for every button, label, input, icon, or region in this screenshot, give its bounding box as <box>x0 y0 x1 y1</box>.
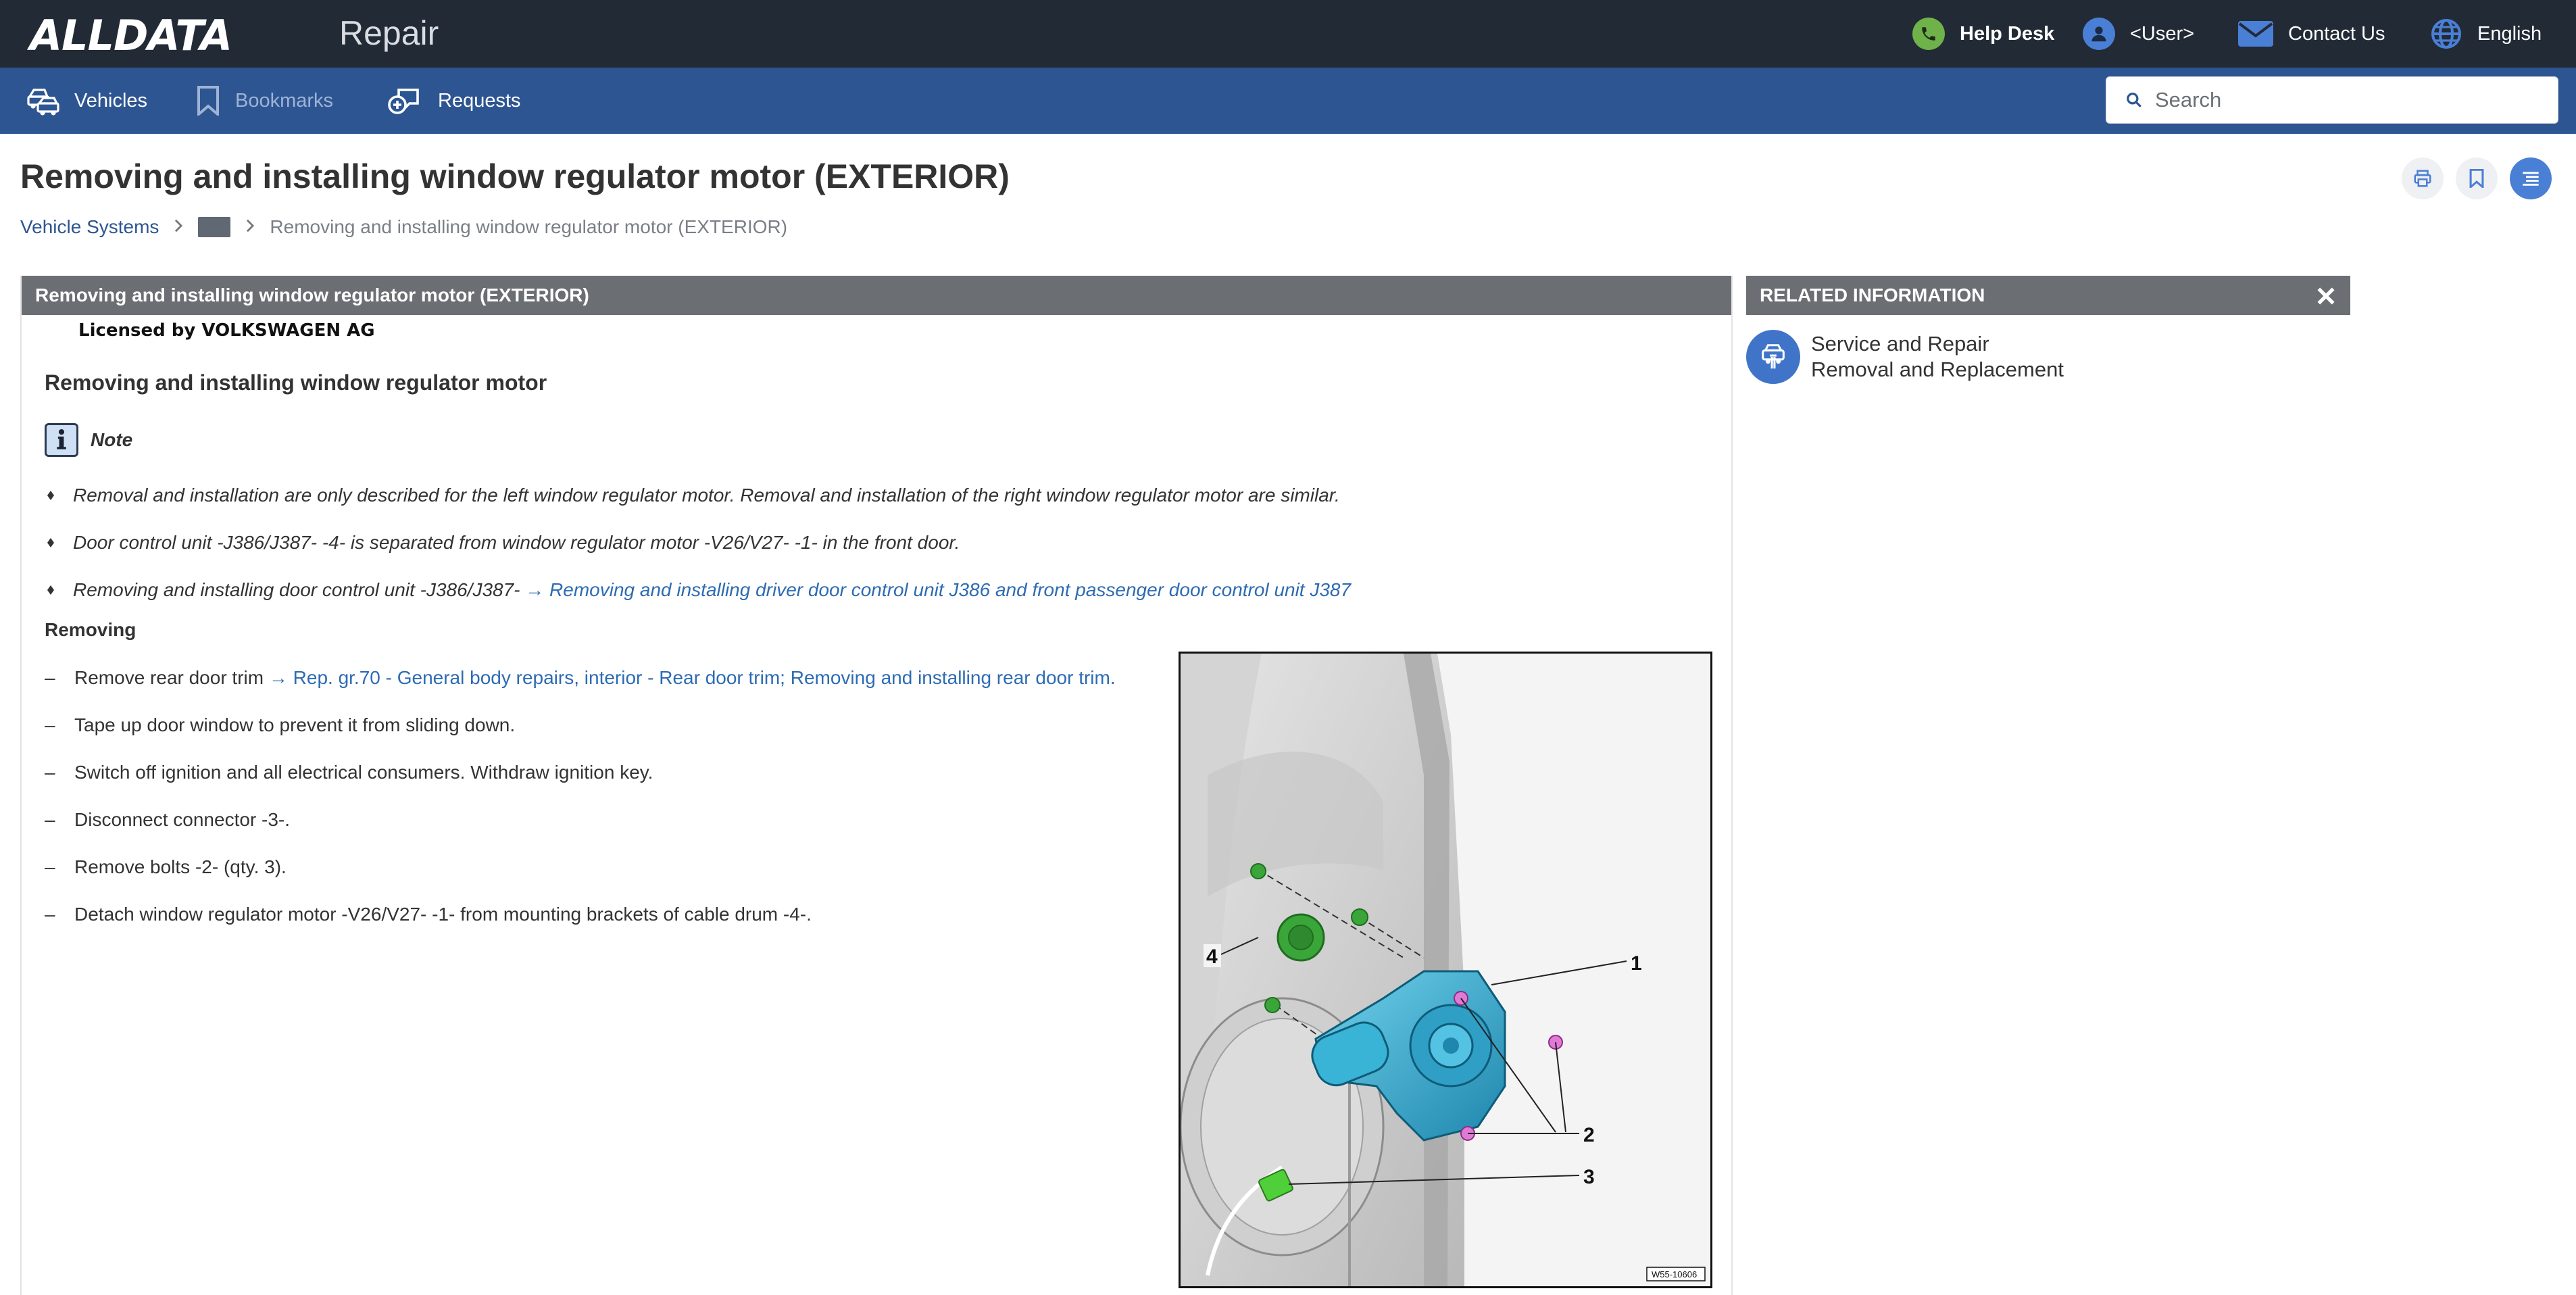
note-label: Note <box>91 429 133 450</box>
dash-bullet: – <box>45 667 55 688</box>
dash-bullet: – <box>45 762 55 783</box>
related-item-line1: Service and Repair <box>1811 332 1989 356</box>
license-text: Licensed by VOLKSWAGEN AG <box>78 320 375 341</box>
door-control-unit-link[interactable]: → Removing and installing driver door co… <box>525 579 1351 601</box>
page-title: Removing and installing window regulator… <box>20 157 1010 195</box>
list-icon <box>2523 172 2539 186</box>
info-icon <box>45 423 78 457</box>
list-item: – Remove rear door trim → Rep. gr.70 - G… <box>45 654 1193 702</box>
search-input[interactable] <box>2155 88 2533 112</box>
removing-title: Removing <box>45 619 137 640</box>
dash-bullet: – <box>45 714 55 735</box>
contact-us-link[interactable]: Contact Us <box>2238 0 2385 68</box>
diamond-bullet-icon <box>47 491 54 500</box>
contact-us-label: Contact Us <box>2288 22 2385 45</box>
close-related-button[interactable] <box>2315 285 2337 307</box>
related-header-title: RELATED INFORMATION <box>1760 285 1985 306</box>
step-text: Remove rear door trim <box>74 667 269 688</box>
related-info-toggle-button[interactable] <box>2510 157 2552 199</box>
breadcrumb: Vehicle Systems Removing and installing … <box>20 214 787 241</box>
vehicles-icon <box>27 89 59 116</box>
window-regulator-illustration[interactable]: 1 2 3 4 W55-10606 <box>1179 652 1712 1288</box>
illustration-svg: 1 2 3 4 W55-10606 <box>1181 654 1710 1286</box>
nav-vehicles-label: Vehicles <box>74 89 148 112</box>
search-icon <box>2127 93 2141 107</box>
callout-4: 4 <box>1206 946 1218 968</box>
globe-icon <box>2430 18 2462 50</box>
breadcrumb-current: Removing and installing window regulator… <box>270 216 788 237</box>
callout-3: 3 <box>1583 1166 1595 1188</box>
printer-icon <box>2414 170 2431 187</box>
nav-requests[interactable]: Requests <box>388 68 521 134</box>
step-text: Switch off ignition and all electrical c… <box>74 762 653 783</box>
related-information-panel: RELATED INFORMATION Service and Repair R… <box>1746 276 2350 384</box>
figure-code: W55-10606 <box>1652 1269 1697 1279</box>
service-repair-icon <box>1746 330 1800 384</box>
app-name: Repair <box>339 14 439 52</box>
nav-vehicles[interactable]: Vehicles <box>27 68 147 134</box>
nav-bookmarks-label: Bookmarks <box>235 89 334 112</box>
user-avatar-icon <box>2083 18 2115 50</box>
help-desk-link[interactable]: Help Desk <box>1912 0 2054 68</box>
article-header: Removing and installing window regulator… <box>22 276 1731 315</box>
step-text: Remove bolts -2- (qty. 3). <box>74 856 287 877</box>
breadcrumb-vehicle-systems[interactable]: Vehicle Systems <box>20 216 159 238</box>
note-text: Removal and installation are only descri… <box>73 485 1340 506</box>
callout-1: 1 <box>1631 952 1642 975</box>
article-panel: Removing and installing window regulator… <box>20 276 1733 1295</box>
language-selector[interactable]: English <box>2430 0 2542 68</box>
dash-bullet: – <box>45 904 55 925</box>
note-text: Door control unit -J386/J387- -4- is sep… <box>73 532 960 553</box>
list-item: – Tape up door window to prevent it from… <box>45 702 1193 749</box>
section-title: Removing and installing window regulator… <box>45 370 547 395</box>
nav-requests-label: Requests <box>438 89 521 112</box>
requests-icon <box>388 89 419 114</box>
phone-icon <box>1912 18 1945 50</box>
alldata-logo[interactable]: ALLDATA <box>30 11 232 60</box>
close-icon <box>2317 287 2335 305</box>
print-button[interactable] <box>2402 157 2444 199</box>
bookmark-icon <box>2469 169 2484 188</box>
nav-bookmarks[interactable]: Bookmarks <box>196 68 333 134</box>
step-text: Tape up door window to prevent it from s… <box>74 714 516 735</box>
list-item: – Detach window regulator motor -V26/V27… <box>45 891 1193 938</box>
chevron-right-icon <box>174 217 183 238</box>
mail-icon <box>2238 21 2273 47</box>
bookmark-page-button[interactable] <box>2456 157 2498 199</box>
list-item: Removal and installation are only descri… <box>45 472 1700 519</box>
help-desk-label: Help Desk <box>1960 22 2055 45</box>
user-label: <User> <box>2130 22 2195 45</box>
note-block: Note <box>45 423 132 457</box>
note-text: Removing and installing door control uni… <box>73 579 526 600</box>
note-list: Removal and installation are only descri… <box>45 472 1700 614</box>
removing-steps: – Remove rear door trim → Rep. gr.70 - G… <box>45 654 1193 938</box>
diamond-bullet-icon <box>47 585 54 595</box>
related-item-service-repair[interactable]: Service and Repair Removal and Replaceme… <box>1746 330 2064 384</box>
diamond-bullet-icon <box>47 538 54 547</box>
bookmark-icon <box>197 86 219 116</box>
breadcrumb-vehicle[interactable] <box>198 217 231 237</box>
list-item: Removing and installing door control uni… <box>45 566 1700 614</box>
step-text: Detach window regulator motor -V26/V27- … <box>74 904 812 925</box>
step-text: Disconnect connector -3-. <box>74 809 291 830</box>
top-header: ALLDATA Repair Help Desk <User> Contact … <box>0 0 2576 68</box>
related-header: RELATED INFORMATION <box>1746 276 2350 315</box>
list-item: – Remove bolts -2- (qty. 3). <box>45 844 1193 891</box>
chevron-right-icon <box>245 217 255 238</box>
search-bar[interactable] <box>2106 76 2558 124</box>
list-item: Door control unit -J386/J387- -4- is sep… <box>45 519 1700 566</box>
callout-2: 2 <box>1583 1124 1595 1146</box>
dash-bullet: – <box>45 809 55 830</box>
rear-door-trim-link[interactable]: → Rep. gr.70 - General body repairs, int… <box>269 667 1116 689</box>
user-menu[interactable]: <User> <box>2083 0 2194 68</box>
list-item: – Disconnect connector -3-. <box>45 796 1193 844</box>
language-label: English <box>2477 22 2542 45</box>
related-item-line2: Removal and Replacement <box>1811 358 2064 381</box>
list-item: – Switch off ignition and all electrical… <box>45 749 1193 796</box>
dash-bullet: – <box>45 856 55 877</box>
